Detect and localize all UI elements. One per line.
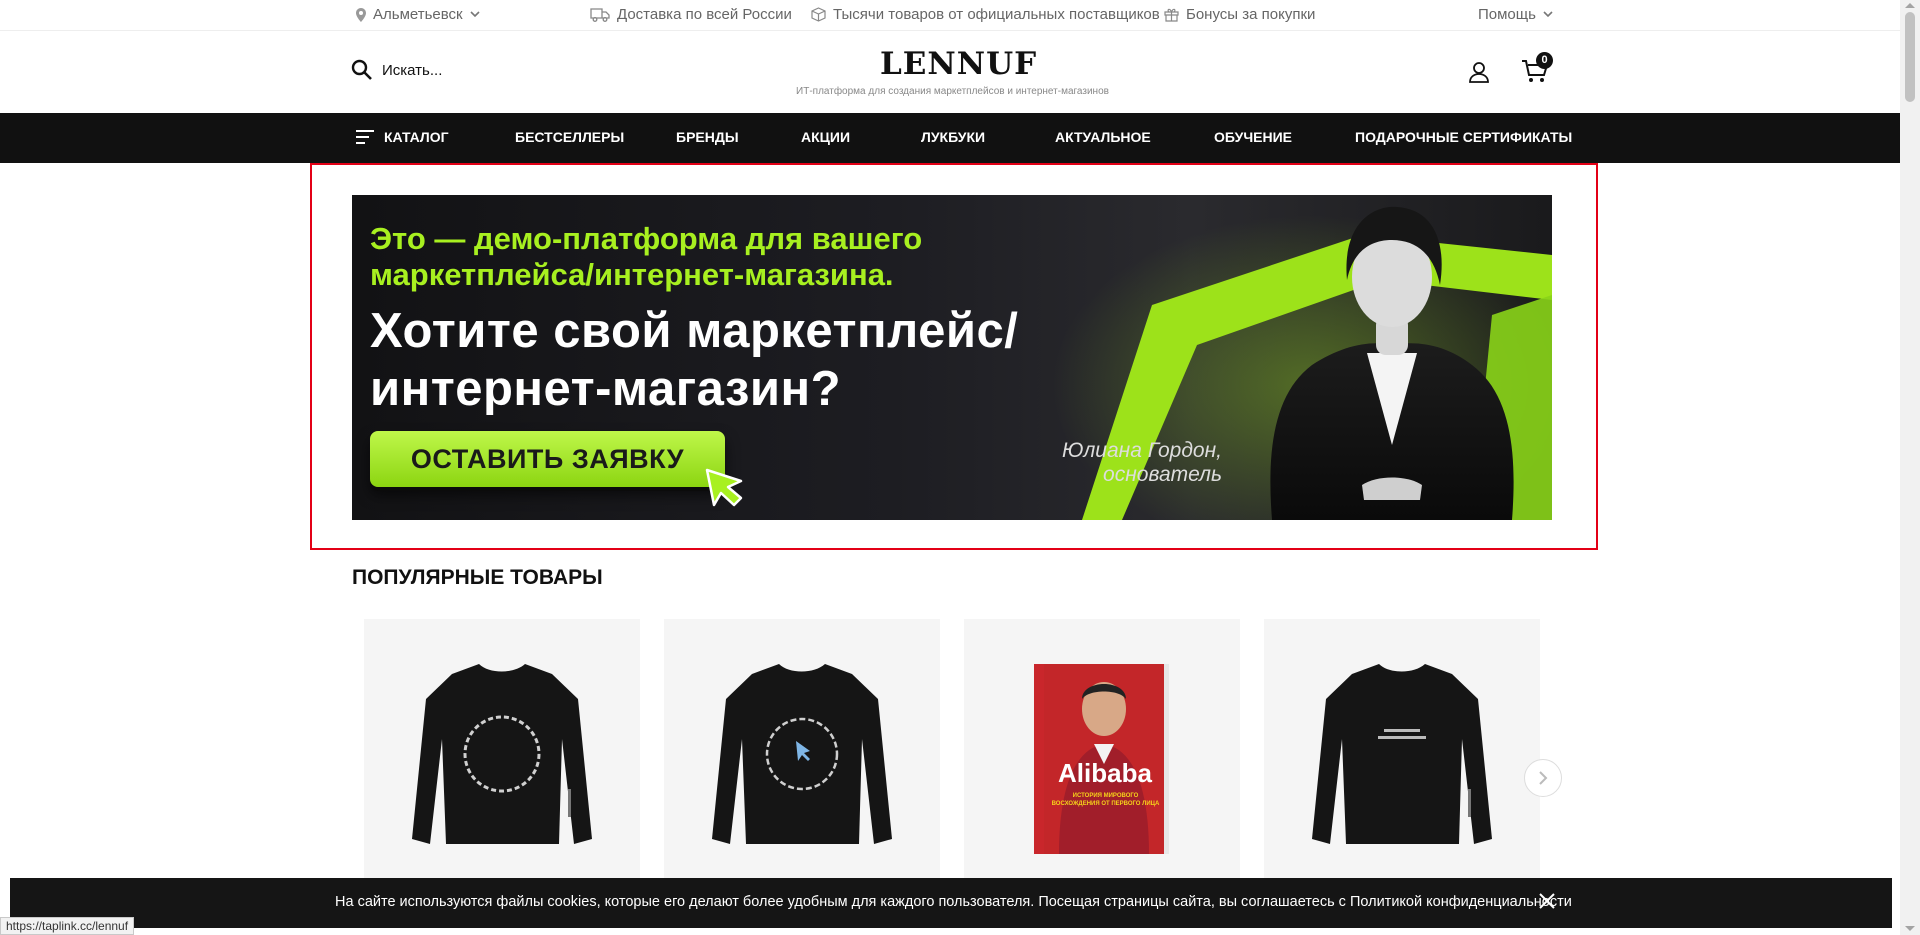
nav-item-sales[interactable]: АКЦИИ: [801, 129, 850, 145]
banner-subheadline: Это — демо-платформа для вашего маркетпл…: [370, 221, 922, 293]
vertical-scrollbar[interactable]: [1900, 0, 1920, 935]
product-card[interactable]: [664, 619, 940, 919]
banner-headline-line: Хотите свой маркетплейс/: [370, 304, 1019, 358]
chevron-right-icon: [1539, 771, 1548, 785]
nav-item-education[interactable]: ОБУЧЕНИЕ: [1214, 129, 1292, 145]
suppliers-text: Тысячи товаров от официальных поставщико…: [833, 6, 1160, 23]
popular-products-title: ПОПУЛЯРНЫЕ ТОВАРЫ: [352, 566, 603, 589]
sweatshirt-image: [1312, 664, 1492, 844]
nav-item-actual[interactable]: АКТУАЛЬНОЕ: [1055, 129, 1151, 145]
chevron-down-icon: [1543, 11, 1553, 18]
sweatshirt-image: [412, 664, 592, 844]
city-selector[interactable]: Альметьевск: [356, 6, 480, 23]
bonuses-text: Бонусы за покупки: [1186, 6, 1316, 23]
promo-banner[interactable]: Это — демо-платформа для вашего маркетпл…: [352, 195, 1552, 520]
site-tagline: ИТ-платформа для создания маркетплейсов …: [796, 86, 1109, 97]
nav-item-bestsellers[interactable]: БЕСТСЕЛЛЕРЫ: [515, 129, 624, 145]
founder-name: Юлиана Гордон,: [1061, 439, 1222, 462]
suppliers-info[interactable]: Тысячи товаров от официальных поставщико…: [811, 6, 1160, 23]
help-menu[interactable]: Помощь: [1478, 6, 1553, 23]
status-bar-url: https://taplink.cc/lennuf: [0, 917, 135, 935]
main-navigation: КАТАЛОГ БЕСТСЕЛЛЕРЫ БРЕНДЫ АКЦИИ ЛУКБУКИ…: [0, 113, 1900, 163]
banner-subheadline-line: Это — демо-платформа для вашего: [370, 221, 923, 256]
scroll-down-arrow-icon[interactable]: [1905, 926, 1915, 931]
product-card[interactable]: [1264, 619, 1540, 919]
search-box[interactable]: [351, 59, 522, 81]
city-name: Альметьевск: [373, 6, 463, 23]
nav-item-label: БРЕНДЫ: [676, 129, 739, 145]
cart-count-badge: 0: [1536, 52, 1553, 69]
truck-icon: [590, 7, 610, 22]
banner-headline-line: интернет-магазин?: [370, 362, 842, 416]
account-button[interactable]: [1468, 61, 1490, 88]
nav-item-label: АКЦИИ: [801, 129, 851, 145]
top-info-bar: Альметьевск Доставка по всей России Тыся…: [0, 0, 1900, 30]
cursor-arrow-icon: [705, 468, 743, 507]
close-icon[interactable]: [1538, 892, 1556, 910]
carousel-next-button[interactable]: [1524, 759, 1562, 797]
banner-subheadline-line: маркетплейса/интернет-магазина.: [370, 257, 894, 292]
help-label: Помощь: [1478, 6, 1536, 23]
scroll-up-arrow-icon[interactable]: [1905, 3, 1915, 8]
site-logo[interactable]: LENNUF: [880, 46, 1036, 82]
nav-item-label: ПОДАРОЧНЫЕ СЕРТИФИКАТЫ: [1355, 129, 1573, 145]
nav-item-lookbooks[interactable]: ЛУКБУКИ: [921, 129, 985, 145]
bonuses-info[interactable]: Бонусы за покупки: [1164, 6, 1315, 23]
location-pin-icon: [356, 7, 366, 22]
site-header: LENNUF ИТ-платформа для создания маркетп…: [0, 30, 1900, 113]
search-input[interactable]: [382, 61, 522, 79]
delivery-text: Доставка по всей России: [617, 6, 792, 23]
nav-item-brands[interactable]: БРЕНДЫ: [676, 129, 739, 145]
search-icon[interactable]: [351, 59, 373, 81]
book-cover-subtitle: ИСТОРИЯ МИРОВОГО ВОСХОЖДЕНИЯ ОТ ПЕРВОГО …: [1051, 793, 1160, 807]
page: Альметьевск Доставка по всей России Тыся…: [0, 0, 1920, 935]
nav-item-gift-cards[interactable]: ПОДАРОЧНЫЕ СЕРТИФИКАТЫ: [1355, 129, 1572, 145]
product-card[interactable]: [364, 619, 640, 919]
user-icon: [1469, 62, 1489, 83]
founder-signature: Юлиана Гордон, основатель: [1022, 439, 1222, 487]
book-cover-title: Alibaba: [1058, 758, 1152, 788]
nav-item-label: ОБУЧЕНИЕ: [1214, 129, 1292, 145]
banner-headline: Хотите свой маркетплейс/ интернет-магази…: [370, 302, 1018, 418]
cookie-banner: На сайте используются файлы cookies, кот…: [10, 878, 1892, 928]
nav-item-label: АКТУАЛЬНОЕ: [1055, 129, 1151, 145]
gift-icon: [1164, 8, 1179, 22]
scroll-thumb[interactable]: [1905, 12, 1915, 102]
founder-role: основатель: [1103, 463, 1222, 486]
nav-item-label: КАТАЛОГ: [384, 129, 449, 145]
sweatshirt-image: [712, 664, 892, 844]
menu-icon: [356, 130, 374, 144]
cookie-notice-text: На сайте используются файлы cookies, кот…: [335, 894, 1572, 910]
leave-request-button[interactable]: ОСТАВИТЬ ЗАЯВКУ: [370, 431, 725, 487]
delivery-info[interactable]: Доставка по всей России: [590, 6, 792, 23]
nav-item-label: ЛУКБУКИ: [921, 129, 986, 145]
nav-item-label: БЕСТСЕЛЛЕРЫ: [515, 129, 625, 145]
nav-item-catalog[interactable]: КАТАЛОГ: [356, 129, 449, 145]
box-icon: [811, 7, 826, 22]
cart-button[interactable]: 0: [1521, 52, 1553, 89]
chevron-down-icon: [470, 11, 480, 18]
